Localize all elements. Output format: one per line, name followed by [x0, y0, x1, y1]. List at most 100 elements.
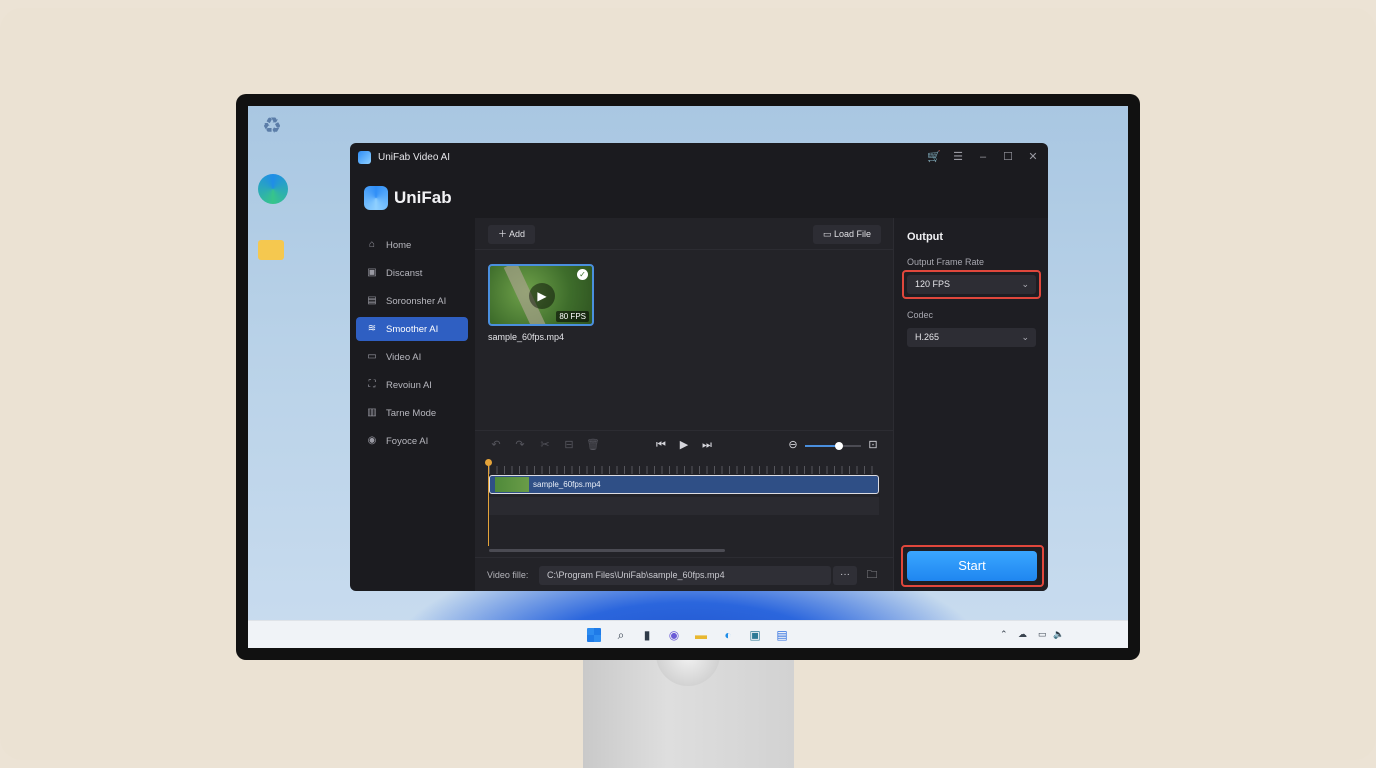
frame-rate-value: 120 FPS: [915, 279, 951, 289]
onedrive-icon[interactable]: ☁: [1018, 629, 1027, 640]
sidebar-item-label: Tarne Mode: [386, 407, 437, 419]
play-icon[interactable]: ▶: [677, 438, 691, 452]
zoom-fit-icon[interactable]: ⊡: [866, 438, 880, 452]
fps-badge: 80 FPS: [556, 311, 589, 322]
zoom-slider[interactable]: [805, 442, 861, 450]
timeline-track: [489, 497, 879, 515]
redo-icon[interactable]: ↷: [513, 438, 527, 452]
sidebar-item-smoother-ai[interactable]: ≋ Smoother AI: [356, 317, 468, 341]
menu-icon[interactable]: ☰: [951, 150, 965, 164]
undo-icon[interactable]: ↶: [489, 438, 503, 452]
timeline-clip[interactable]: sample_60fps.mp4: [489, 475, 879, 494]
desktop: ♻ UniFab Video AI 🛒 ☰ – ☐ ✕ UniFab ⌂ Hom…: [248, 106, 1128, 648]
search-icon[interactable]: ⌕: [614, 628, 628, 642]
delete-icon[interactable]: 🗑: [586, 438, 600, 452]
window-title: UniFab Video AI: [378, 152, 451, 163]
codec-value: H.265: [915, 332, 940, 342]
title-bar: UniFab Video AI 🛒 ☰ – ☐ ✕: [350, 143, 1048, 171]
unifab-taskbar-icon[interactable]: ▤: [775, 628, 789, 642]
load-file-label: Load File: [833, 229, 871, 239]
zoom-slider-handle[interactable]: [834, 442, 843, 450]
app-window: UniFab Video AI 🛒 ☰ – ☐ ✕ UniFab ⌂ Home …: [350, 143, 1048, 591]
sidebar-item-soroonsher-ai[interactable]: ▤ Soroonsher AI: [356, 289, 468, 313]
monitor: ♻ UniFab Video AI 🛒 ☰ – ☐ ✕ UniFab ⌂ Hom…: [236, 94, 1140, 660]
store-icon[interactable]: ▣: [748, 628, 762, 642]
folder-icon[interactable]: [258, 240, 284, 260]
home-icon: ⌂: [368, 239, 376, 250]
sidebar-item-foyoce-ai[interactable]: ◉ Foyoce AI: [356, 429, 468, 453]
video-file-label: Video fille:: [487, 570, 529, 580]
split-icon[interactable]: ⊟: [562, 438, 576, 452]
maximize-icon[interactable]: ☐: [1001, 150, 1015, 164]
add-button-label: Add: [509, 229, 526, 239]
tray-chevron-up-icon[interactable]: ⌃: [1000, 629, 1008, 640]
timeline-controls: ↶ ↷ ✂ ⊟ 🗑 ⏮ ▶ ⏭ ⊖ ⊡: [475, 430, 893, 458]
edge-browser-icon[interactable]: [258, 174, 288, 204]
sidebar-item-video-ai[interactable]: ▭ Video AI: [356, 345, 468, 369]
sidebar-item-tarne-mode[interactable]: ▥ Tarne Mode: [356, 401, 468, 425]
skip-back-icon[interactable]: ⏮: [654, 438, 668, 452]
sidebar-item-label: Video AI: [386, 351, 422, 363]
video-thumbnail[interactable]: ▶ ✓ 80 FPS: [488, 264, 594, 326]
clip-label: sample_60fps.mp4: [533, 480, 601, 489]
codec-select[interactable]: H.265 ⌄: [907, 328, 1036, 347]
timeline-ruler: [489, 466, 879, 474]
video-file-path-input[interactable]: C:\Program Files\UniFab\sample_60fps.mp4: [539, 566, 831, 585]
frame-rate-select[interactable]: 120 FPS ⌄: [907, 275, 1036, 294]
load-file-button[interactable]: ▭ Load File: [812, 225, 881, 244]
film-icon: ▣: [367, 267, 377, 278]
volume-icon[interactable]: 🔈: [1053, 629, 1064, 640]
checkmark-icon: ✓: [577, 269, 588, 280]
main-panel: ＋ Add ▭ Load File ▶ ✓ 80 FPS sample_60fp…: [475, 218, 893, 591]
windows-start-icon[interactable]: [587, 628, 601, 642]
plus-icon: ＋: [498, 229, 510, 239]
video-filename: sample_60fps.mp4: [488, 332, 565, 342]
main-toolbar: ＋ Add ▭ Load File: [475, 218, 893, 250]
cart-icon[interactable]: 🛒: [927, 150, 941, 164]
clip-thumbnail: [495, 477, 529, 492]
sidebar-item-home[interactable]: ⌂ Home: [356, 233, 468, 257]
zoom-slider-fill: [805, 445, 839, 447]
app-logo-icon: [358, 151, 371, 164]
chat-icon[interactable]: ◉: [667, 628, 681, 642]
sidebar-item-label: Soroonsher AI: [386, 295, 447, 307]
folder-open-icon: ▭: [822, 229, 834, 239]
sidebar-item-revoiun-ai[interactable]: ⛶ Revoiun AI: [356, 373, 468, 397]
sidebar-item-label: Foyoce AI: [386, 435, 429, 447]
edge-taskbar-icon[interactable]: ◐: [721, 628, 735, 642]
start-button[interactable]: Start: [907, 551, 1037, 581]
minimize-icon[interactable]: –: [976, 150, 990, 164]
document-icon: ▥: [367, 407, 377, 418]
sidebar-item-label: Home: [386, 239, 412, 251]
playhead-handle[interactable]: [485, 459, 492, 466]
codec-label: Codec: [907, 310, 934, 320]
add-button[interactable]: ＋ Add: [488, 225, 536, 244]
network-icon[interactable]: ▭: [1038, 629, 1047, 640]
brand-name: UniFab: [394, 188, 452, 207]
file-bar: Video fille: C:\Program Files\UniFab\sam…: [475, 557, 893, 591]
task-view-icon[interactable]: ▮: [640, 628, 654, 642]
file-explorer-icon[interactable]: ▬: [694, 628, 708, 642]
skip-forward-icon[interactable]: ⏭: [700, 438, 714, 452]
taskbar: ⌕ ▮ ◉ ▬ ◐ ▣ ▤ ⌃ ☁ ▭ 🔈: [248, 620, 1128, 648]
smoother-icon: ≋: [367, 323, 377, 334]
enhance-icon: ▤: [367, 295, 377, 306]
output-panel: Output Output Frame Rate 120 FPS ⌄ Codec…: [893, 218, 1048, 591]
sidebar-item-discanst[interactable]: ▣ Discanst: [356, 261, 468, 285]
cut-icon[interactable]: ✂: [538, 438, 552, 452]
sidebar: ⌂ Home ▣ Discanst ▤ Soroonsher AI ≋ Smoo…: [356, 233, 468, 457]
timeline-scrollbar[interactable]: [489, 549, 725, 552]
sidebar-item-label: Discanst: [386, 267, 423, 279]
sidebar-item-label: Smoother AI: [386, 323, 439, 335]
browse-folder-icon[interactable]: 🗀: [864, 567, 880, 583]
sidebar-item-label: Revoiun AI: [386, 379, 432, 391]
output-frame-rate-label: Output Frame Rate: [907, 257, 985, 267]
zoom-out-icon[interactable]: ⊖: [786, 438, 800, 452]
chevron-down-icon: ⌄: [1021, 279, 1029, 289]
close-icon[interactable]: ✕: [1026, 150, 1040, 164]
more-button[interactable]: ···: [833, 566, 857, 585]
recycle-bin-icon[interactable]: ♻: [258, 112, 286, 140]
brand-logo-icon: [364, 186, 388, 210]
play-overlay-icon[interactable]: ▶: [529, 283, 555, 309]
scan-icon: ⛶: [368, 379, 376, 390]
